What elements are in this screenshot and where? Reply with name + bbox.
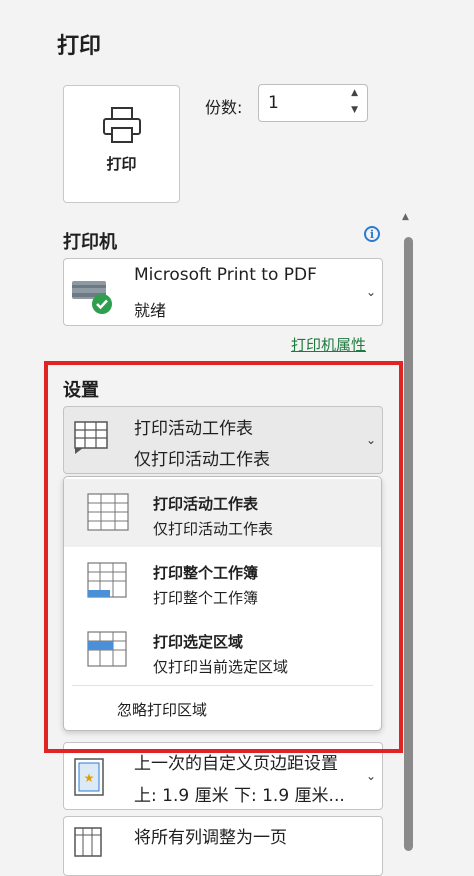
margins-line2: 上: 1.9 厘米 下: 1.9 厘米... bbox=[134, 786, 345, 806]
decrement-icon[interactable]: ▼ bbox=[351, 105, 358, 115]
printer-dropdown[interactable]: Microsoft Print to PDF 就绪 ⌄ bbox=[63, 258, 383, 326]
scaling-dropdown[interactable]: 将所有列调整为一页 bbox=[63, 816, 383, 876]
chevron-down-icon: ⌄ bbox=[366, 769, 377, 783]
printer-heading: 打印机 bbox=[63, 232, 117, 253]
scaling-line1: 将所有列调整为一页 bbox=[134, 828, 287, 848]
print-button-label: 打印 bbox=[106, 155, 137, 173]
printer-icon bbox=[103, 107, 141, 143]
printer-properties-link[interactable]: 打印机属性 bbox=[291, 334, 366, 355]
printer-status: 就绪 bbox=[134, 301, 167, 320]
highlight-box bbox=[44, 361, 403, 753]
copies-stepper[interactable]: 1 ▲ ▼ bbox=[258, 84, 368, 122]
fit-columns-icon bbox=[74, 827, 102, 857]
margins-icon: ★ bbox=[74, 758, 104, 796]
scroll-up-icon[interactable]: ▲ bbox=[402, 212, 409, 222]
copies-label: 份数: bbox=[205, 98, 243, 117]
printer-device-icon bbox=[72, 281, 112, 314]
scrollbar-thumb[interactable] bbox=[404, 237, 413, 851]
increment-icon[interactable]: ▲ bbox=[351, 88, 358, 98]
copies-value: 1 bbox=[268, 93, 279, 113]
svg-text:★: ★ bbox=[84, 771, 95, 785]
info-icon[interactable]: i bbox=[364, 226, 380, 242]
printer-name: Microsoft Print to PDF bbox=[134, 265, 317, 285]
page-title: 打印 bbox=[57, 34, 102, 59]
chevron-down-icon: ⌄ bbox=[366, 285, 377, 299]
print-button[interactable]: 打印 bbox=[63, 85, 180, 203]
